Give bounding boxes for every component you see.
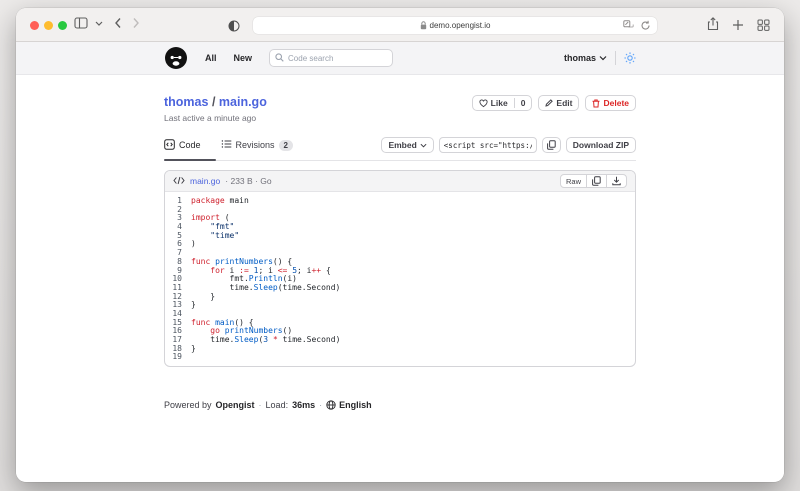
privacy-shield-icon[interactable] xyxy=(228,19,240,37)
nav-all[interactable]: All xyxy=(205,53,217,63)
gist-link[interactable]: main.go xyxy=(219,95,267,109)
globe-icon xyxy=(326,400,336,410)
chevron-down-icon xyxy=(599,54,607,62)
file-card-header: main.go · 233 B · Go Raw xyxy=(165,171,635,192)
tab-revisions[interactable]: Revisions 2 xyxy=(221,139,293,151)
sidebar-icon[interactable] xyxy=(74,17,88,29)
browser-window: demo.opengist.io All New xyxy=(16,8,784,482)
copy-icon xyxy=(592,176,601,186)
file-card: main.go · 233 B · Go Raw xyxy=(164,170,636,367)
code-body: 1package main23import (4 "fmt"5 "time"6)… xyxy=(165,192,635,366)
copy-file-button[interactable] xyxy=(586,175,606,187)
code-text: ) xyxy=(191,240,196,249)
code-line: 13} xyxy=(165,301,635,310)
reload-icon[interactable] xyxy=(640,20,651,33)
file-name-link[interactable]: main.go xyxy=(190,176,220,186)
like-count: 0 xyxy=(514,98,526,108)
code-text: "time" xyxy=(191,232,239,241)
code-text: } xyxy=(191,345,196,354)
raw-button[interactable]: Raw xyxy=(561,175,586,187)
minimize-window-button[interactable] xyxy=(44,21,53,30)
user-name: thomas xyxy=(564,53,596,63)
desktop-background: demo.opengist.io All New xyxy=(0,0,800,491)
file-size: 233 B xyxy=(230,176,252,186)
back-icon[interactable] xyxy=(114,17,122,29)
close-window-button[interactable] xyxy=(30,21,39,30)
gist-title-row: thomas / main.go Last active a minute ag… xyxy=(164,95,636,123)
code-line: 18} xyxy=(165,345,635,354)
file-actions-group: Raw xyxy=(560,174,627,188)
chevron-down-icon xyxy=(420,142,427,149)
load-time: 36ms xyxy=(292,400,315,410)
heart-icon xyxy=(479,99,488,108)
language-selector[interactable]: English xyxy=(326,400,372,410)
code-line: 2 xyxy=(165,206,635,215)
copy-embed-button[interactable] xyxy=(542,137,561,153)
nav-new[interactable]: New xyxy=(234,53,253,63)
code-line: 1package main xyxy=(165,197,635,206)
search-icon xyxy=(275,49,284,67)
opengist-logo[interactable] xyxy=(164,46,188,70)
edit-button[interactable]: Edit xyxy=(538,95,579,111)
zoom-window-button[interactable] xyxy=(58,21,67,30)
code-search-box xyxy=(269,49,393,67)
opengist-footer-link[interactable]: Opengist xyxy=(216,400,255,410)
footer: Powered by Opengist · Load: 36ms · Engli… xyxy=(164,400,636,410)
pencil-icon xyxy=(545,99,553,107)
code-text: package main xyxy=(191,197,249,206)
tab-overview-icon[interactable] xyxy=(757,18,770,36)
revisions-count-badge: 2 xyxy=(279,140,293,151)
code-line: 19 xyxy=(165,353,635,362)
revisions-list-icon xyxy=(221,139,232,151)
download-file-button[interactable] xyxy=(606,175,626,187)
site-header: All New thomas xyxy=(16,42,784,75)
browser-toolbar: demo.opengist.io xyxy=(16,8,784,42)
code-text: } xyxy=(191,301,196,310)
embed-snippet-input[interactable] xyxy=(439,137,537,153)
forward-icon[interactable] xyxy=(132,17,140,29)
address-url: demo.opengist.io xyxy=(430,21,491,30)
trash-icon xyxy=(592,99,600,108)
code-file-icon xyxy=(173,172,185,190)
code-line: 17 time.Sleep(3 * time.Second) xyxy=(165,336,635,345)
page-title: thomas / main.go xyxy=(164,95,267,109)
code-line: 5 "time" xyxy=(165,232,635,241)
user-menu[interactable]: thomas xyxy=(564,53,607,63)
search-input[interactable] xyxy=(288,54,387,63)
code-line: 3import ( xyxy=(165,214,635,223)
code-line: 6) xyxy=(165,240,635,249)
code-line: 12 } xyxy=(165,293,635,302)
header-divider xyxy=(615,51,616,65)
translate-icon[interactable] xyxy=(623,20,634,33)
new-tab-icon[interactable] xyxy=(732,18,744,36)
lock-icon xyxy=(420,21,427,30)
embed-button[interactable]: Embed xyxy=(381,137,433,153)
line-number[interactable]: 19 xyxy=(165,353,191,362)
download-zip-button[interactable]: Download ZIP xyxy=(566,137,636,153)
delete-button[interactable]: Delete xyxy=(585,95,636,111)
theme-toggle-sun-icon[interactable] xyxy=(624,52,636,64)
file-meta: · 233 B · Go xyxy=(225,176,271,186)
last-active-text: Last active a minute ago xyxy=(164,113,267,123)
file-language: Go xyxy=(260,176,271,186)
download-icon xyxy=(612,176,621,186)
code-tab-icon xyxy=(164,139,175,152)
like-button[interactable]: Like 0 xyxy=(472,95,533,111)
code-line: 11 time.Sleep(time.Second) xyxy=(165,284,635,293)
chevron-down-icon[interactable] xyxy=(95,17,103,29)
tab-code[interactable]: Code xyxy=(164,139,201,152)
address-bar[interactable]: demo.opengist.io xyxy=(253,17,657,34)
window-controls xyxy=(30,21,67,30)
code-text: time.Sleep(3 * time.Second) xyxy=(191,336,340,345)
share-icon[interactable] xyxy=(707,17,719,36)
tabs-row: Code Revisions 2 Embed xyxy=(164,137,636,161)
page: All New thomas xyxy=(16,42,784,481)
owner-link[interactable]: thomas xyxy=(164,95,208,109)
copy-icon xyxy=(547,140,556,150)
